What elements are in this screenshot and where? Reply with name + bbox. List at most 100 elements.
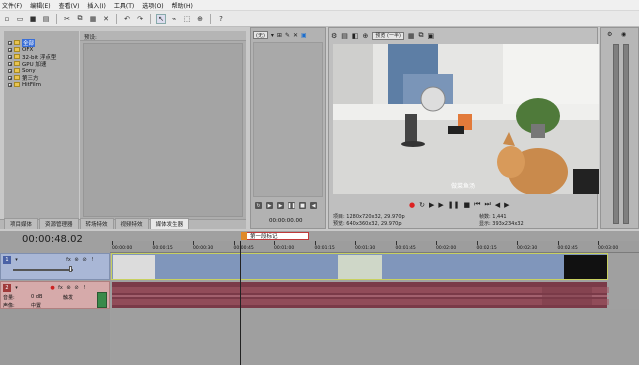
video-track-expand-icon[interactable]: ▾ xyxy=(13,256,20,263)
audio-track-fx-icon[interactable]: fx xyxy=(57,284,64,291)
play-from-start-icon[interactable]: ▶ xyxy=(438,201,443,209)
tree-item[interactable]: + GPU 加速 xyxy=(8,60,79,68)
menu-item[interactable]: 帮助(H) xyxy=(172,1,193,10)
expand-icon[interactable]: + xyxy=(8,47,12,52)
video-track-solo-icon[interactable]: ! xyxy=(89,256,96,263)
copy-icon[interactable]: ⧉ xyxy=(75,14,85,24)
video-track-mute-icon[interactable]: ⊘ xyxy=(81,256,88,263)
tab[interactable]: 项目媒体 xyxy=(4,218,39,229)
timeline-ruler[interactable]: 00:00:00 00:00:15 00:00:30 00:00:45 00:01:00… xyxy=(110,241,639,253)
preview-copy-icon[interactable]: ⧉ xyxy=(419,31,424,40)
video-level-slider[interactable] xyxy=(13,269,73,271)
video-track-header[interactable]: 1 ▾ fx ⊛ ⊘ ! xyxy=(0,253,110,280)
selection-tool-icon[interactable]: ⬚ xyxy=(182,14,192,24)
loop-icon[interactable]: ↻ xyxy=(419,201,425,209)
preview-overlay-icon[interactable]: ⊕ xyxy=(363,32,369,40)
preview-split-icon[interactable]: ◧ xyxy=(352,32,359,40)
menu-item[interactable]: 文件(F) xyxy=(2,1,22,10)
presets-list[interactable] xyxy=(83,43,243,217)
expand-icon[interactable]: + xyxy=(8,82,12,87)
start-icon[interactable]: ⏮ xyxy=(474,200,480,209)
redo-icon[interactable]: ↷ xyxy=(135,14,145,24)
video-track-automation-icon[interactable]: ⊛ xyxy=(73,256,80,263)
video-level-knob[interactable] xyxy=(69,266,72,272)
normal-edit-tool-icon[interactable]: ↖ xyxy=(156,13,166,24)
expand-icon[interactable]: + xyxy=(8,61,12,66)
undo-icon[interactable]: ↶ xyxy=(122,14,132,24)
trimmer-edit-icon[interactable]: ✎ xyxy=(285,32,290,39)
audio-track[interactable] xyxy=(111,281,609,309)
open-project-icon[interactable]: ▭ xyxy=(15,14,25,24)
video-clip-2[interactable] xyxy=(338,255,382,279)
playhead-cursor[interactable] xyxy=(240,241,241,365)
region-marker-label[interactable]: 第一段标记 xyxy=(241,232,309,240)
audio-track-solo-icon[interactable]: ! xyxy=(81,284,88,291)
video-track[interactable] xyxy=(111,253,608,280)
tab[interactable]: 视频特效 xyxy=(114,218,149,229)
tab[interactable]: 资源管理器 xyxy=(39,218,79,229)
expand-icon[interactable]: + xyxy=(8,54,12,59)
audio-track-header[interactable]: 2 ▾ ● fx ⊛ ⊘ ! 音量: 0 dB 声像: 中置 触发 xyxy=(0,281,110,309)
tab[interactable]: 转场特效 xyxy=(79,218,114,229)
empty-timeline-area[interactable] xyxy=(111,309,639,365)
record-icon[interactable]: ● xyxy=(409,201,415,209)
play-icon[interactable]: ▶ xyxy=(429,201,434,209)
audio-track-mute-icon[interactable]: ⊘ xyxy=(73,284,80,291)
region-marker-flag[interactable] xyxy=(241,232,247,240)
tree-item[interactable]: + Sony xyxy=(8,67,79,74)
pause-icon[interactable]: ❚❚ xyxy=(448,201,460,209)
audio-track-expand-icon[interactable]: ▾ xyxy=(13,284,20,291)
preview-properties-icon[interactable]: ▤ xyxy=(341,32,348,40)
play-from-start-icon[interactable]: ▶ xyxy=(277,202,284,209)
tree-item[interactable]: + HitFilm xyxy=(8,81,79,88)
audio-track-record-icon[interactable]: ● xyxy=(49,284,56,291)
touch-mode-label[interactable]: 触发 xyxy=(63,294,73,301)
tab[interactable]: 媒体发生器 xyxy=(149,218,190,229)
loop-icon[interactable]: ↻ xyxy=(255,202,262,209)
prev-frame-icon[interactable]: ◀ xyxy=(495,201,500,209)
video-clip-1[interactable] xyxy=(113,255,155,279)
trimmer-down-icon[interactable]: ▾ xyxy=(271,32,274,39)
menu-item[interactable]: 选项(O) xyxy=(142,1,163,10)
master-settings-icon[interactable]: ⚙ xyxy=(607,31,612,38)
tree-item[interactable]: + 第三方 xyxy=(8,74,79,82)
properties-icon[interactable]: ▤ xyxy=(41,14,51,24)
pause-icon[interactable]: ❚❚ xyxy=(287,202,296,209)
master-mute-icon[interactable]: ◉ xyxy=(621,31,626,38)
video-clip-3[interactable] xyxy=(564,255,607,279)
prev-frame-icon[interactable]: ◀ xyxy=(310,202,317,209)
menu-item[interactable]: 插入(I) xyxy=(87,1,105,10)
zoom-tool-icon[interactable]: ⊕ xyxy=(195,14,205,24)
menu-item[interactable]: 查看(V) xyxy=(59,1,80,10)
save-icon[interactable]: ■ xyxy=(28,14,38,24)
menu-item[interactable]: 编辑(E) xyxy=(30,1,50,10)
new-project-icon[interactable]: ▫ xyxy=(2,14,12,24)
stop-icon[interactable]: ■ xyxy=(299,202,306,209)
preview-grid-icon[interactable]: ▦ xyxy=(408,32,415,40)
trimmer-dropdown[interactable]: (无) xyxy=(253,31,268,39)
menu-item[interactable]: 工具(T) xyxy=(114,1,134,10)
audio-track-automation-icon[interactable]: ⊛ xyxy=(65,284,72,291)
preview-quality-dropdown[interactable]: 预览 (一半) xyxy=(372,31,404,40)
preview-save-icon[interactable]: ▣ xyxy=(428,32,435,40)
cut-icon[interactable]: ✂ xyxy=(62,14,72,24)
envelope-tool-icon[interactable]: ⌁ xyxy=(169,14,179,24)
stop-icon[interactable]: ■ xyxy=(464,201,471,209)
end-icon[interactable]: ⏭ xyxy=(484,200,490,209)
trimmer-canvas[interactable] xyxy=(253,42,323,197)
expand-icon[interactable]: + xyxy=(8,68,12,73)
delete-icon[interactable]: ✕ xyxy=(101,14,111,24)
next-frame-icon[interactable]: ▶ xyxy=(504,201,509,209)
preview-settings-icon[interactable]: ⚙ xyxy=(331,32,337,40)
expand-icon[interactable]: + xyxy=(8,40,12,45)
paste-icon[interactable]: ▦ xyxy=(88,14,98,24)
expand-icon[interactable]: + xyxy=(8,75,12,80)
tree-item[interactable]: + 全部 xyxy=(8,38,79,47)
video-track-fx-icon[interactable]: fx xyxy=(65,256,72,263)
marker-bar[interactable] xyxy=(110,231,639,241)
trimmer-monitor-icon[interactable]: ▣ xyxy=(301,32,307,39)
trimmer-add-icon[interactable]: ⊞ xyxy=(277,32,282,39)
play-icon[interactable]: ▶ xyxy=(266,202,273,209)
trimmer-remove-icon[interactable]: ✕ xyxy=(293,32,298,39)
help-icon[interactable]: ? xyxy=(216,14,226,24)
